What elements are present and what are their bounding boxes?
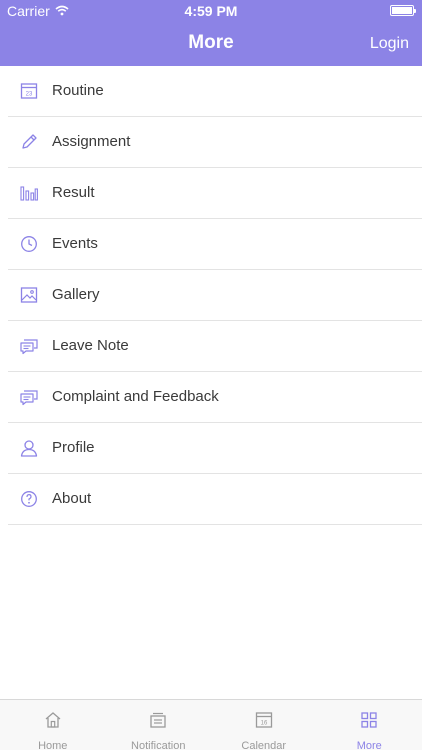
calendar-icon: 23: [19, 81, 39, 101]
bar-chart-icon: [19, 183, 39, 203]
menu-item-leave-note[interactable]: Leave Note: [0, 321, 422, 372]
login-button[interactable]: Login: [370, 35, 409, 53]
tab-label: More: [356, 740, 382, 750]
tab-label: Notification: [131, 740, 186, 750]
tab-label: Home: [38, 740, 68, 750]
calendar-day-routine: 23: [26, 92, 33, 98]
page-title: More: [188, 32, 234, 53]
menu-item-label: Assignment: [52, 133, 131, 150]
menu-item-profile[interactable]: Profile: [0, 423, 422, 474]
pencil-icon: [19, 132, 39, 152]
menu-item-label: Leave Note: [52, 337, 129, 354]
tab-home[interactable]: Home: [0, 700, 106, 750]
menu-item-assignment[interactable]: Assignment: [0, 117, 422, 168]
menu-item-label: Events: [52, 235, 98, 252]
menu-item-label: Result: [52, 184, 95, 201]
navigation-bar: More Login: [0, 22, 422, 66]
tab-label: Calendar: [241, 740, 287, 750]
calendar-day-tab: 16: [260, 721, 267, 727]
menu-item-events[interactable]: Events: [0, 219, 422, 270]
tab-more[interactable]: More: [317, 700, 422, 750]
menu-item-about[interactable]: About: [0, 474, 422, 525]
notification-icon: [148, 710, 168, 735]
status-time: 4:59 PM: [184, 3, 238, 19]
clock-icon: [19, 234, 39, 254]
tab-calendar[interactable]: 16 Calendar: [211, 700, 317, 750]
menu-item-gallery[interactable]: Gallery: [0, 270, 422, 321]
tab-bar: Home Notification 16 Calendar More: [0, 699, 422, 750]
chat-icon: [19, 387, 39, 407]
header: Carrier 4:59 PM More Login: [0, 0, 422, 66]
image-icon: [19, 285, 39, 305]
menu-item-complaint-feedback[interactable]: Complaint and Feedback: [0, 372, 422, 423]
menu-item-routine[interactable]: 23 Routine: [0, 66, 422, 117]
menu-item-label: About: [52, 490, 92, 507]
menu-item-result[interactable]: Result: [0, 168, 422, 219]
battery-icon: [390, 5, 416, 16]
menu-item-label: Routine: [52, 82, 104, 99]
chat-icon: [19, 336, 39, 356]
tab-notification[interactable]: Notification: [106, 700, 212, 750]
menu-item-label: Profile: [52, 439, 95, 456]
status-bar: Carrier 4:59 PM: [0, 0, 422, 22]
grid-icon: [359, 710, 379, 735]
question-icon: [19, 489, 39, 509]
calendar-icon: 16: [254, 710, 274, 735]
menu-item-label: Gallery: [52, 286, 100, 303]
user-icon: [19, 438, 39, 458]
home-icon: [43, 710, 63, 735]
more-menu-list: 23 Routine Assignment Result Events Gall…: [0, 66, 422, 525]
menu-item-label: Complaint and Feedback: [52, 388, 219, 405]
